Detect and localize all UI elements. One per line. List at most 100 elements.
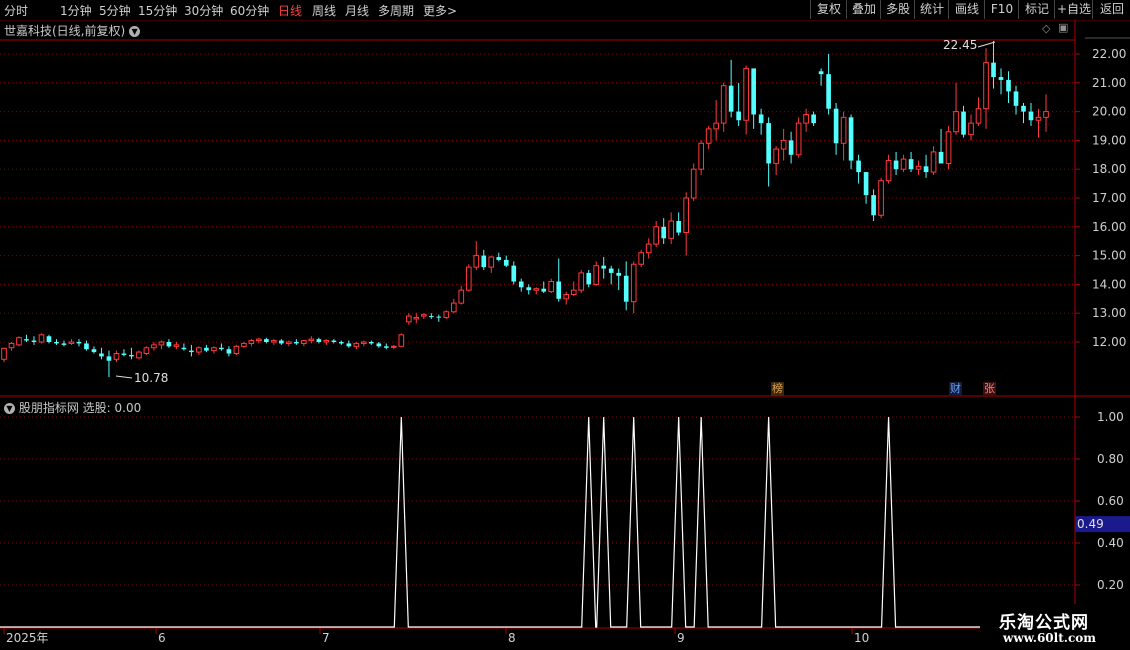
candle-body [991, 62, 996, 78]
candle-body [556, 281, 562, 299]
candle-body [840, 116, 847, 144]
candle [871, 189, 876, 222]
candle [129, 347, 134, 360]
candle [405, 313, 412, 325]
candle-body [915, 165, 922, 170]
candle-body [31, 340, 37, 342]
candle-body [158, 341, 165, 346]
candle-body [136, 351, 142, 359]
candle [713, 100, 719, 141]
time-tick-label: 7 [322, 631, 330, 645]
diamond-icon[interactable]: ◇ [1042, 22, 1050, 35]
candle-body [698, 142, 704, 170]
stock-title[interactable]: 世嘉科技(日线,前复权) ▼ [4, 22, 141, 39]
candle-body [885, 160, 892, 182]
candle [68, 339, 75, 345]
candle [346, 340, 352, 348]
time-tick-label: 9 [677, 631, 685, 645]
candle-body [271, 340, 277, 343]
candle [983, 48, 989, 129]
candle [136, 350, 142, 360]
chevron-down-icon[interactable]: ▼ [4, 403, 15, 414]
candle [271, 339, 277, 345]
candle-body [578, 272, 585, 291]
candle [398, 333, 405, 347]
candle [496, 252, 502, 262]
candle [61, 340, 67, 347]
indicator-title[interactable]: ▼ 股朋指标网 选股: 0.00 [4, 399, 141, 416]
window-toggle-icon[interactable]: ▣ [1058, 21, 1068, 34]
price-tick-label: 12.00 [1092, 335, 1126, 349]
candle [488, 255, 495, 273]
candle-body [630, 263, 637, 303]
price-tick-label: 14.00 [1092, 277, 1126, 291]
candle-body [428, 316, 434, 318]
candle-body [766, 123, 771, 164]
price-tick-label: 19.00 [1092, 133, 1126, 147]
candle [143, 346, 150, 355]
candle-body [848, 117, 854, 161]
candle [541, 281, 547, 294]
candle [811, 111, 816, 126]
candle [189, 344, 194, 357]
candle [773, 146, 779, 175]
candle-body [68, 341, 75, 344]
candle [586, 270, 592, 288]
candle-body [420, 314, 427, 317]
candle [323, 339, 330, 345]
candle [166, 339, 172, 348]
candle [923, 154, 929, 178]
candle [204, 344, 209, 353]
candle-body [204, 347, 209, 351]
candle [24, 334, 29, 342]
candle [526, 284, 532, 295]
candle [668, 212, 675, 245]
candle [196, 346, 202, 355]
candle [106, 350, 112, 378]
candle-body [533, 288, 540, 291]
candle-body [121, 353, 127, 355]
indicator-name: 股朋指标网 [18, 401, 79, 415]
candle [556, 258, 562, 302]
time-tick-label: 6 [158, 631, 166, 645]
candle [563, 291, 570, 305]
candle-body [496, 257, 502, 260]
candle-body [264, 339, 269, 342]
event-tag-zhang[interactable]: 张 [983, 382, 996, 396]
candle-body [91, 349, 97, 353]
candle-body [450, 302, 457, 313]
candle [961, 105, 966, 138]
candle-body [339, 342, 344, 344]
candle-body [473, 255, 480, 268]
candle-body [653, 226, 660, 245]
candle [698, 140, 704, 175]
candle-body [601, 265, 607, 269]
chevron-down-icon[interactable]: ▼ [129, 26, 141, 37]
event-tag-cai[interactable]: 财 [949, 382, 962, 396]
candle-body [233, 345, 240, 355]
candle-body [76, 342, 82, 344]
signal-line [0, 416, 980, 628]
candle-body [481, 255, 487, 268]
candle [630, 261, 637, 314]
candle-body [983, 62, 989, 110]
candle [503, 255, 509, 268]
candle-body [893, 160, 899, 170]
candle [1043, 94, 1049, 132]
candle [766, 117, 771, 187]
candle [833, 102, 839, 155]
candle [1035, 108, 1042, 138]
candle-body [1006, 79, 1011, 92]
candle [840, 111, 847, 161]
candle [945, 126, 952, 170]
candle [465, 264, 472, 292]
candle [264, 337, 269, 344]
candle-body [503, 259, 509, 266]
candle [616, 268, 622, 291]
candle [390, 344, 397, 350]
candle-body [736, 111, 741, 121]
candle-body [608, 268, 614, 273]
low-price-label: 10.78 [134, 371, 169, 385]
candle [608, 265, 614, 285]
event-tag-bang[interactable]: 榜 [771, 382, 784, 396]
